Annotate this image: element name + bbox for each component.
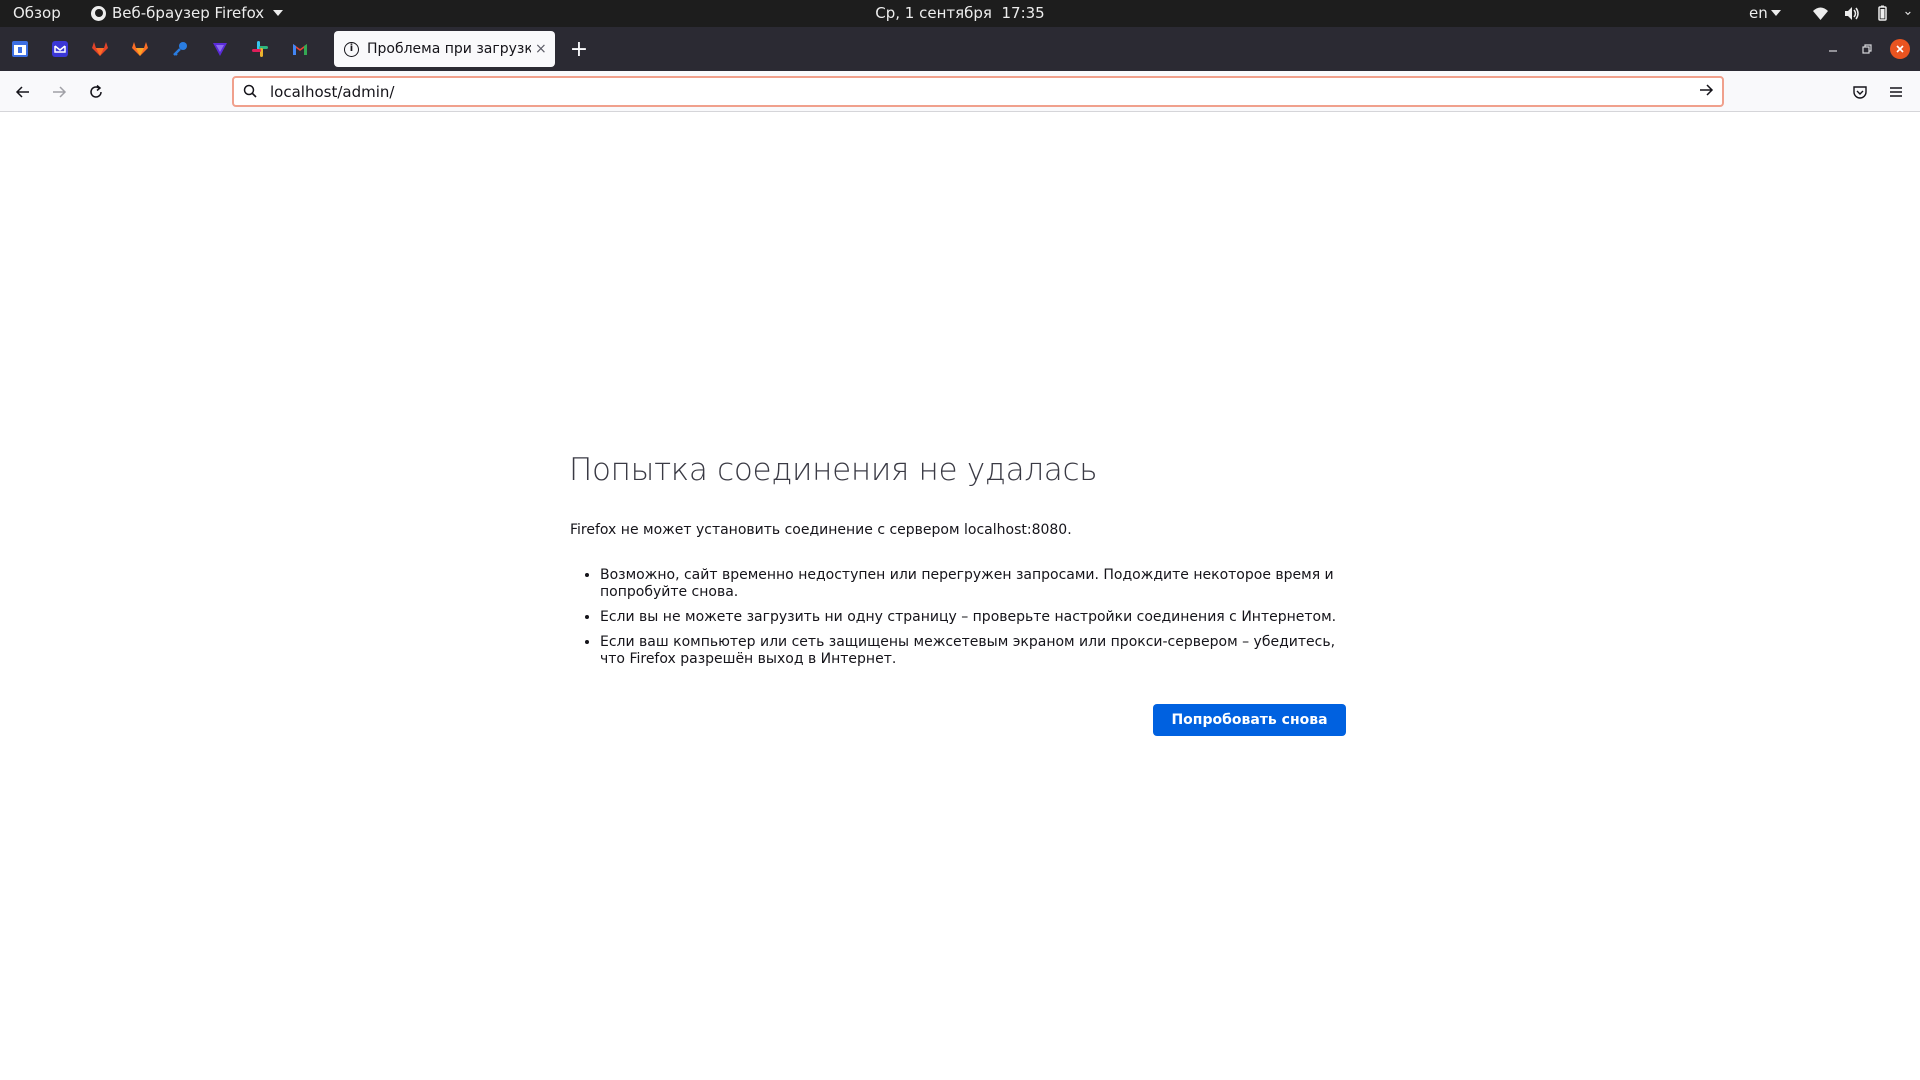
tab-close-button[interactable]: × <box>535 41 547 57</box>
app-name: Веб-браузер Firefox <box>112 4 265 22</box>
info-icon: i <box>344 41 359 57</box>
try-again-button[interactable]: Попробовать снова <box>1153 704 1346 736</box>
shield-icon <box>213 43 227 56</box>
list-item: Возможно, сайт временно недоступен или п… <box>600 567 1350 601</box>
back-arrow-icon <box>15 86 29 98</box>
keyboard-layout-indicator[interactable]: en <box>1749 4 1781 22</box>
hamburger-menu-icon <box>1890 87 1902 97</box>
gmail-icon <box>293 44 307 55</box>
clock[interactable]: Ср, 1 сентября 17:35 <box>875 4 1044 22</box>
pinned-tab-gitlab[interactable] <box>89 38 111 60</box>
pinned-tab-calendar[interactable] <box>9 38 31 60</box>
list-item: Если вы не можете загрузить ни одну стра… <box>600 609 1350 626</box>
app-menu[interactable]: Веб-браузер Firefox <box>91 4 284 22</box>
forward-button[interactable] <box>46 79 72 105</box>
go-arrow-icon[interactable] <box>1698 82 1714 98</box>
system-top-bar: Обзор Веб-браузер Firefox Ср, 1 сентября… <box>0 0 1920 27</box>
system-status-area[interactable] <box>1812 5 1915 22</box>
chevron-down-icon <box>273 10 284 16</box>
url-input[interactable] <box>268 81 1668 102</box>
pinned-tab-slack[interactable] <box>249 38 271 60</box>
navigation-toolbar <box>0 71 1920 112</box>
volume-icon <box>1845 7 1859 20</box>
clock-container: Ср, 1 сентября 17:35 <box>0 4 1920 22</box>
error-suggestions-list: Возможно, сайт временно недоступен или п… <box>570 567 1350 676</box>
forward-arrow-icon <box>53 86 67 98</box>
chevron-down-icon <box>1770 10 1781 16</box>
tab-active[interactable]: i Проблема при загрузке страницы × <box>334 31 555 67</box>
wifi-icon <box>1813 7 1828 20</box>
app-menu-button[interactable] <box>1883 79 1909 105</box>
reload-button[interactable] <box>83 79 109 105</box>
tab-strip: i Проблема при загрузке страницы × + <box>0 27 1920 71</box>
key-icon <box>173 42 187 56</box>
close-icon <box>1896 45 1904 53</box>
pocket-button[interactable] <box>1847 79 1873 105</box>
slack-icon <box>252 41 268 57</box>
pinned-tab-gmail[interactable] <box>289 38 311 60</box>
error-description: Firefox не может установить соединение с… <box>570 522 1072 538</box>
activities-overview-button[interactable]: Обзор <box>13 4 61 22</box>
pinned-tab-mail[interactable] <box>49 38 71 60</box>
minimize-icon <box>1829 50 1837 52</box>
firefox-icon <box>91 5 106 21</box>
calendar-icon <box>12 41 28 57</box>
restore-window-button[interactable] <box>1857 39 1877 59</box>
pinned-tab-shield[interactable] <box>209 38 231 60</box>
minimize-window-button[interactable] <box>1823 39 1843 59</box>
battery-icon <box>1878 5 1887 21</box>
tab-title: Проблема при загрузке страницы <box>367 41 531 57</box>
gitlab-icon <box>92 42 108 56</box>
url-bar[interactable] <box>232 76 1724 107</box>
search-icon <box>243 84 257 98</box>
list-item: Если ваш компьютер или сеть защищены меж… <box>600 634 1350 668</box>
close-window-button[interactable] <box>1890 39 1910 59</box>
language-label: en <box>1749 4 1768 22</box>
page-content: Попытка соединения не удалась Firefox не… <box>0 112 1920 1080</box>
gitlab-icon <box>132 42 148 56</box>
reload-icon <box>90 84 102 98</box>
pocket-icon <box>1853 86 1867 99</box>
restore-icon <box>1862 44 1872 54</box>
new-tab-button[interactable]: + <box>566 36 592 62</box>
mail-icon <box>52 41 68 57</box>
error-title: Попытка соединения не удалась <box>569 452 1098 488</box>
power-menu-icon <box>1905 11 1911 16</box>
back-button[interactable] <box>10 79 36 105</box>
pinned-tab-gitlab-2[interactable] <box>129 38 151 60</box>
pinned-tab-password-manager[interactable] <box>169 38 191 60</box>
